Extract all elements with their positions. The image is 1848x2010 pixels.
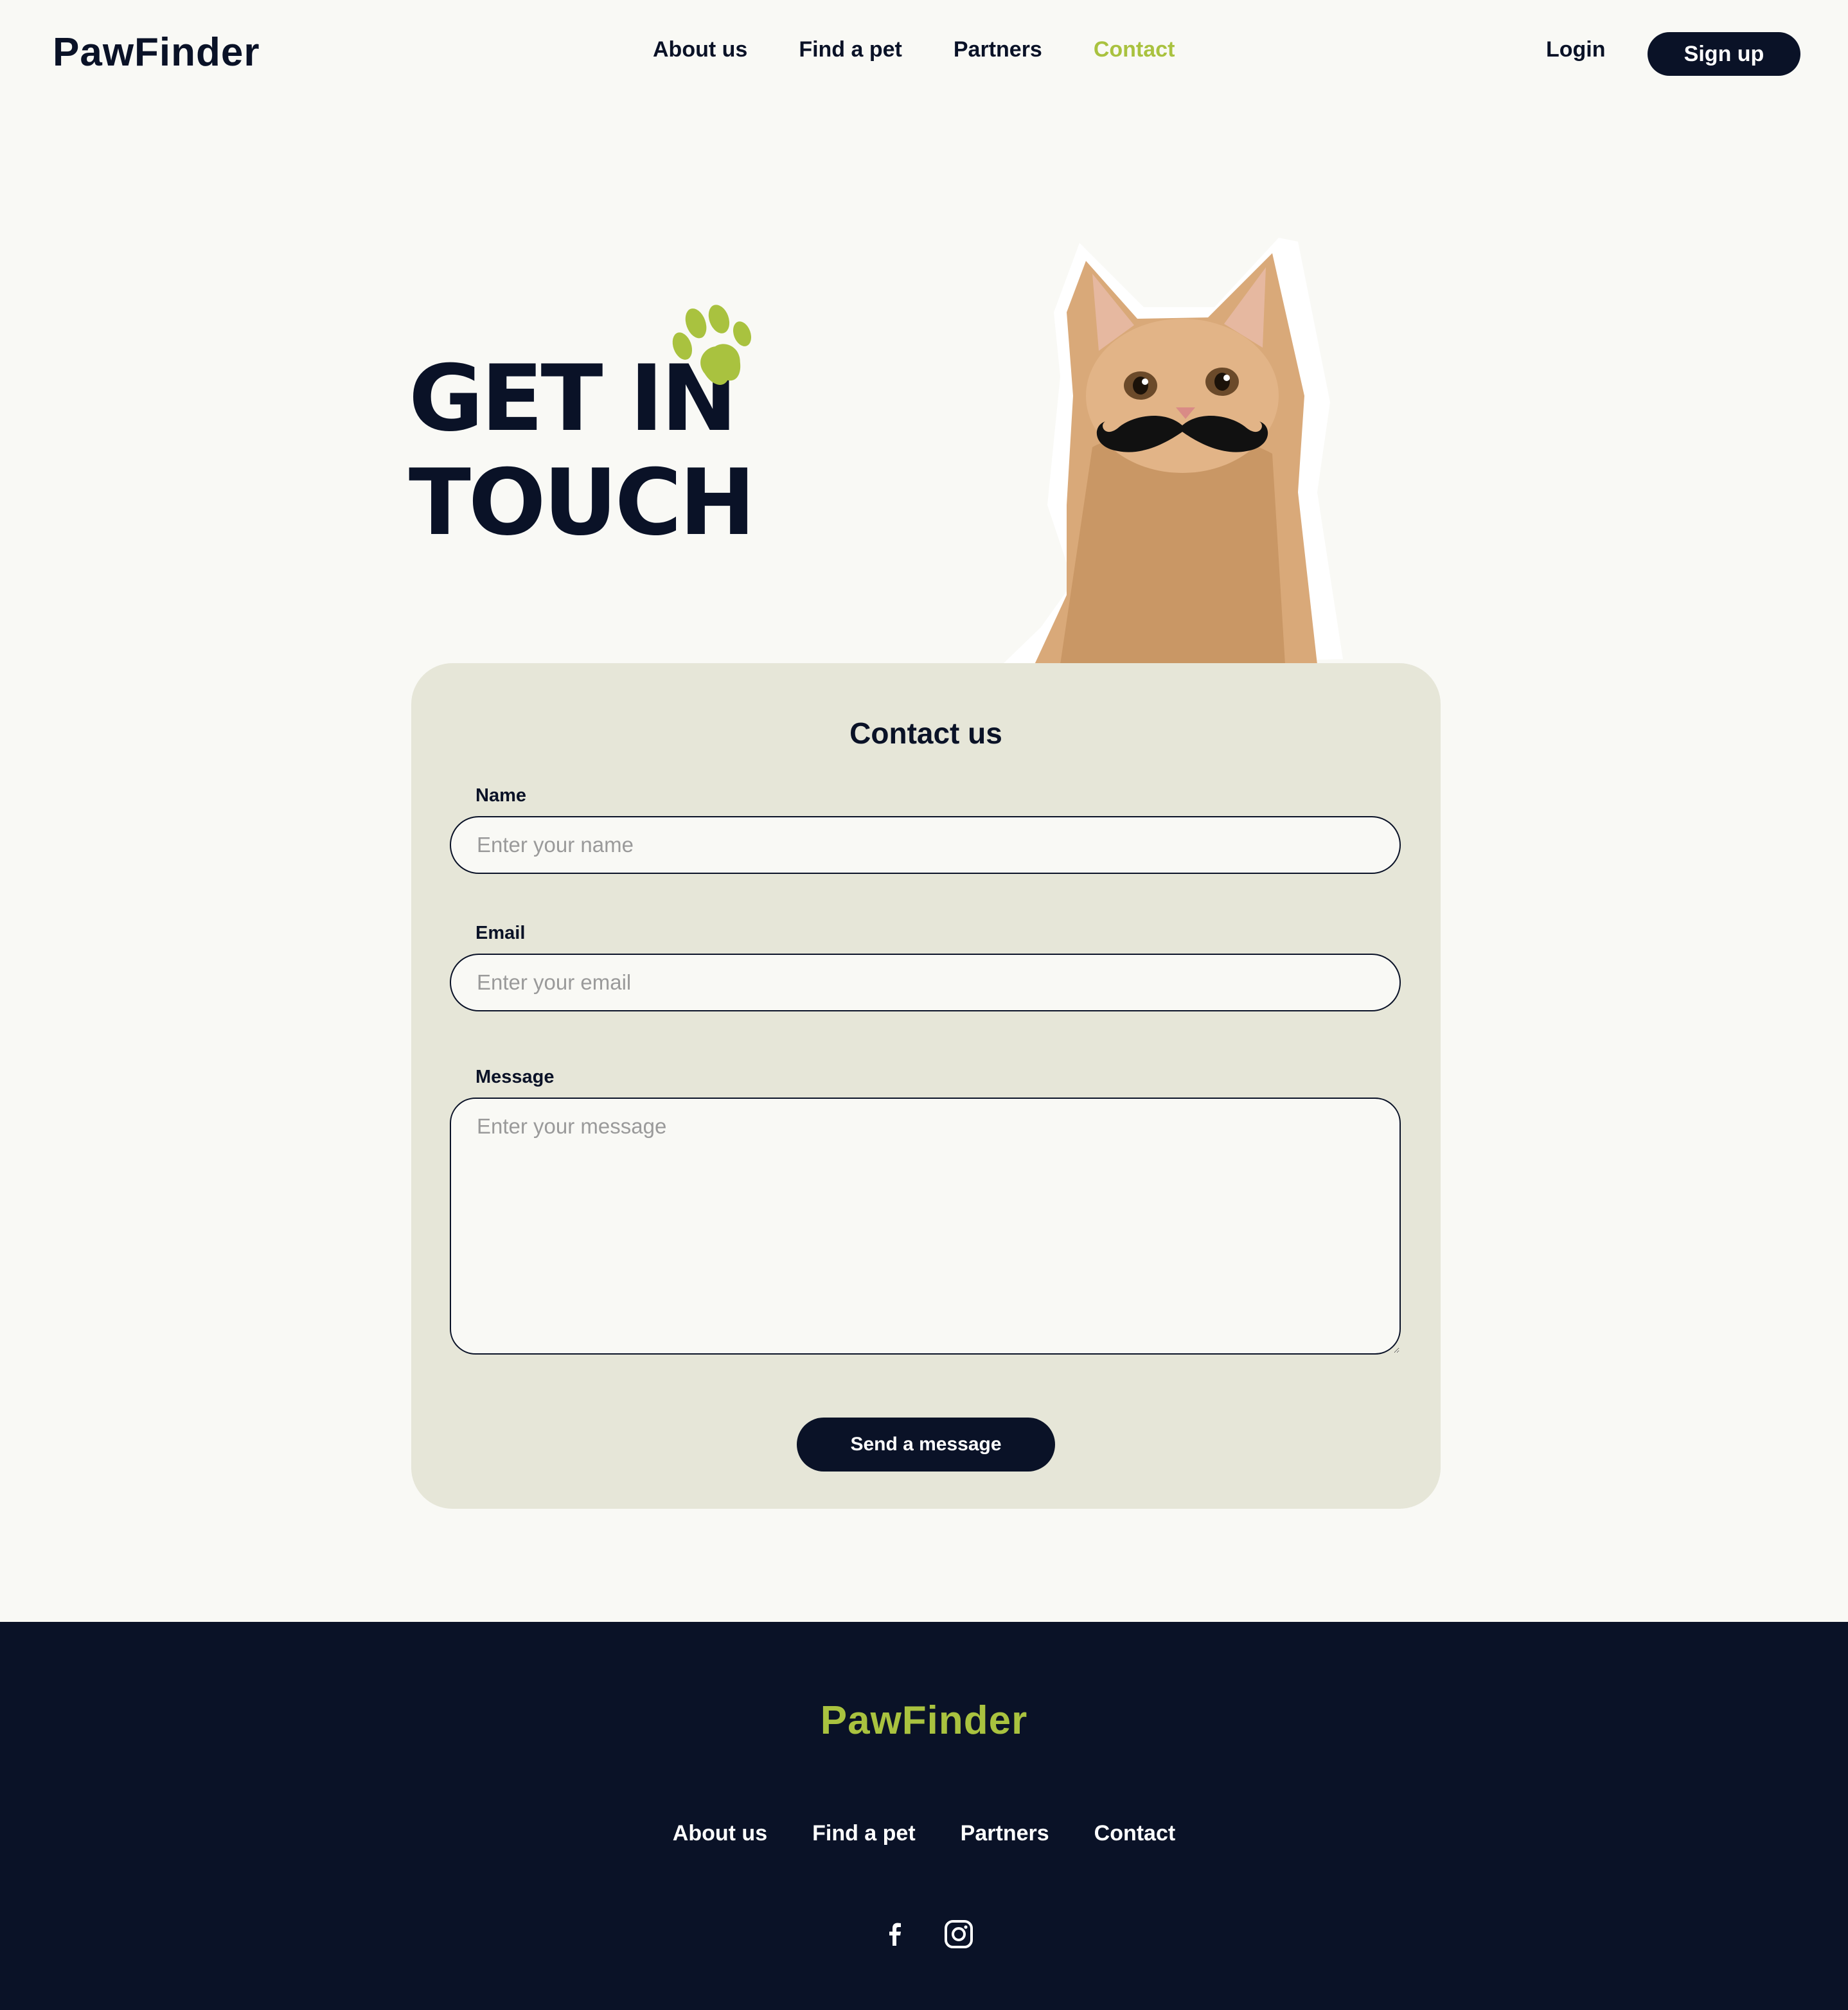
footer-link-find-a-pet[interactable]: Find a pet bbox=[812, 1821, 916, 1846]
name-label: Name bbox=[475, 785, 526, 806]
nav-find-a-pet[interactable]: Find a pet bbox=[799, 37, 902, 62]
nav-contact[interactable]: Contact bbox=[1094, 37, 1175, 62]
kitten-with-mustache-image bbox=[1002, 238, 1343, 664]
send-message-button[interactable]: Send a message bbox=[797, 1418, 1055, 1472]
site-header: PawFinder About us Find a pet Partners C… bbox=[0, 0, 1848, 107]
footer-link-partners[interactable]: Partners bbox=[961, 1821, 1049, 1846]
site-footer: PawFinder About us Find a pet Partners C… bbox=[0, 1622, 1848, 2010]
footer-link-contact[interactable]: Contact bbox=[1094, 1821, 1176, 1846]
paw-print-icon bbox=[672, 305, 751, 385]
message-textarea[interactable] bbox=[450, 1098, 1401, 1355]
login-link[interactable]: Login bbox=[1546, 37, 1606, 62]
brand-logo[interactable]: PawFinder bbox=[53, 30, 260, 75]
footer-link-about-us[interactable]: About us bbox=[673, 1821, 767, 1846]
message-label: Message bbox=[475, 1067, 555, 1087]
contact-form-card: Contact us Name Email Message Send a mes… bbox=[411, 663, 1441, 1509]
footer-brand-logo[interactable]: PawFinder bbox=[0, 1698, 1848, 1743]
instagram-icon[interactable] bbox=[942, 1917, 975, 1951]
social-links bbox=[878, 1917, 975, 1951]
footer-nav: About us Find a pet Partners Contact bbox=[0, 1821, 1848, 1846]
facebook-icon[interactable] bbox=[878, 1917, 911, 1951]
email-input[interactable] bbox=[450, 954, 1401, 1011]
nav-about-us[interactable]: About us bbox=[653, 37, 747, 62]
main-nav: About us Find a pet Partners Contact bbox=[653, 37, 1226, 62]
email-label: Email bbox=[475, 923, 526, 943]
name-input[interactable] bbox=[450, 816, 1401, 874]
signup-button[interactable]: Sign up bbox=[1648, 32, 1800, 76]
nav-partners[interactable]: Partners bbox=[954, 37, 1042, 62]
hero-title-line2: TOUCH bbox=[409, 450, 756, 556]
form-title: Contact us bbox=[849, 716, 1002, 750]
